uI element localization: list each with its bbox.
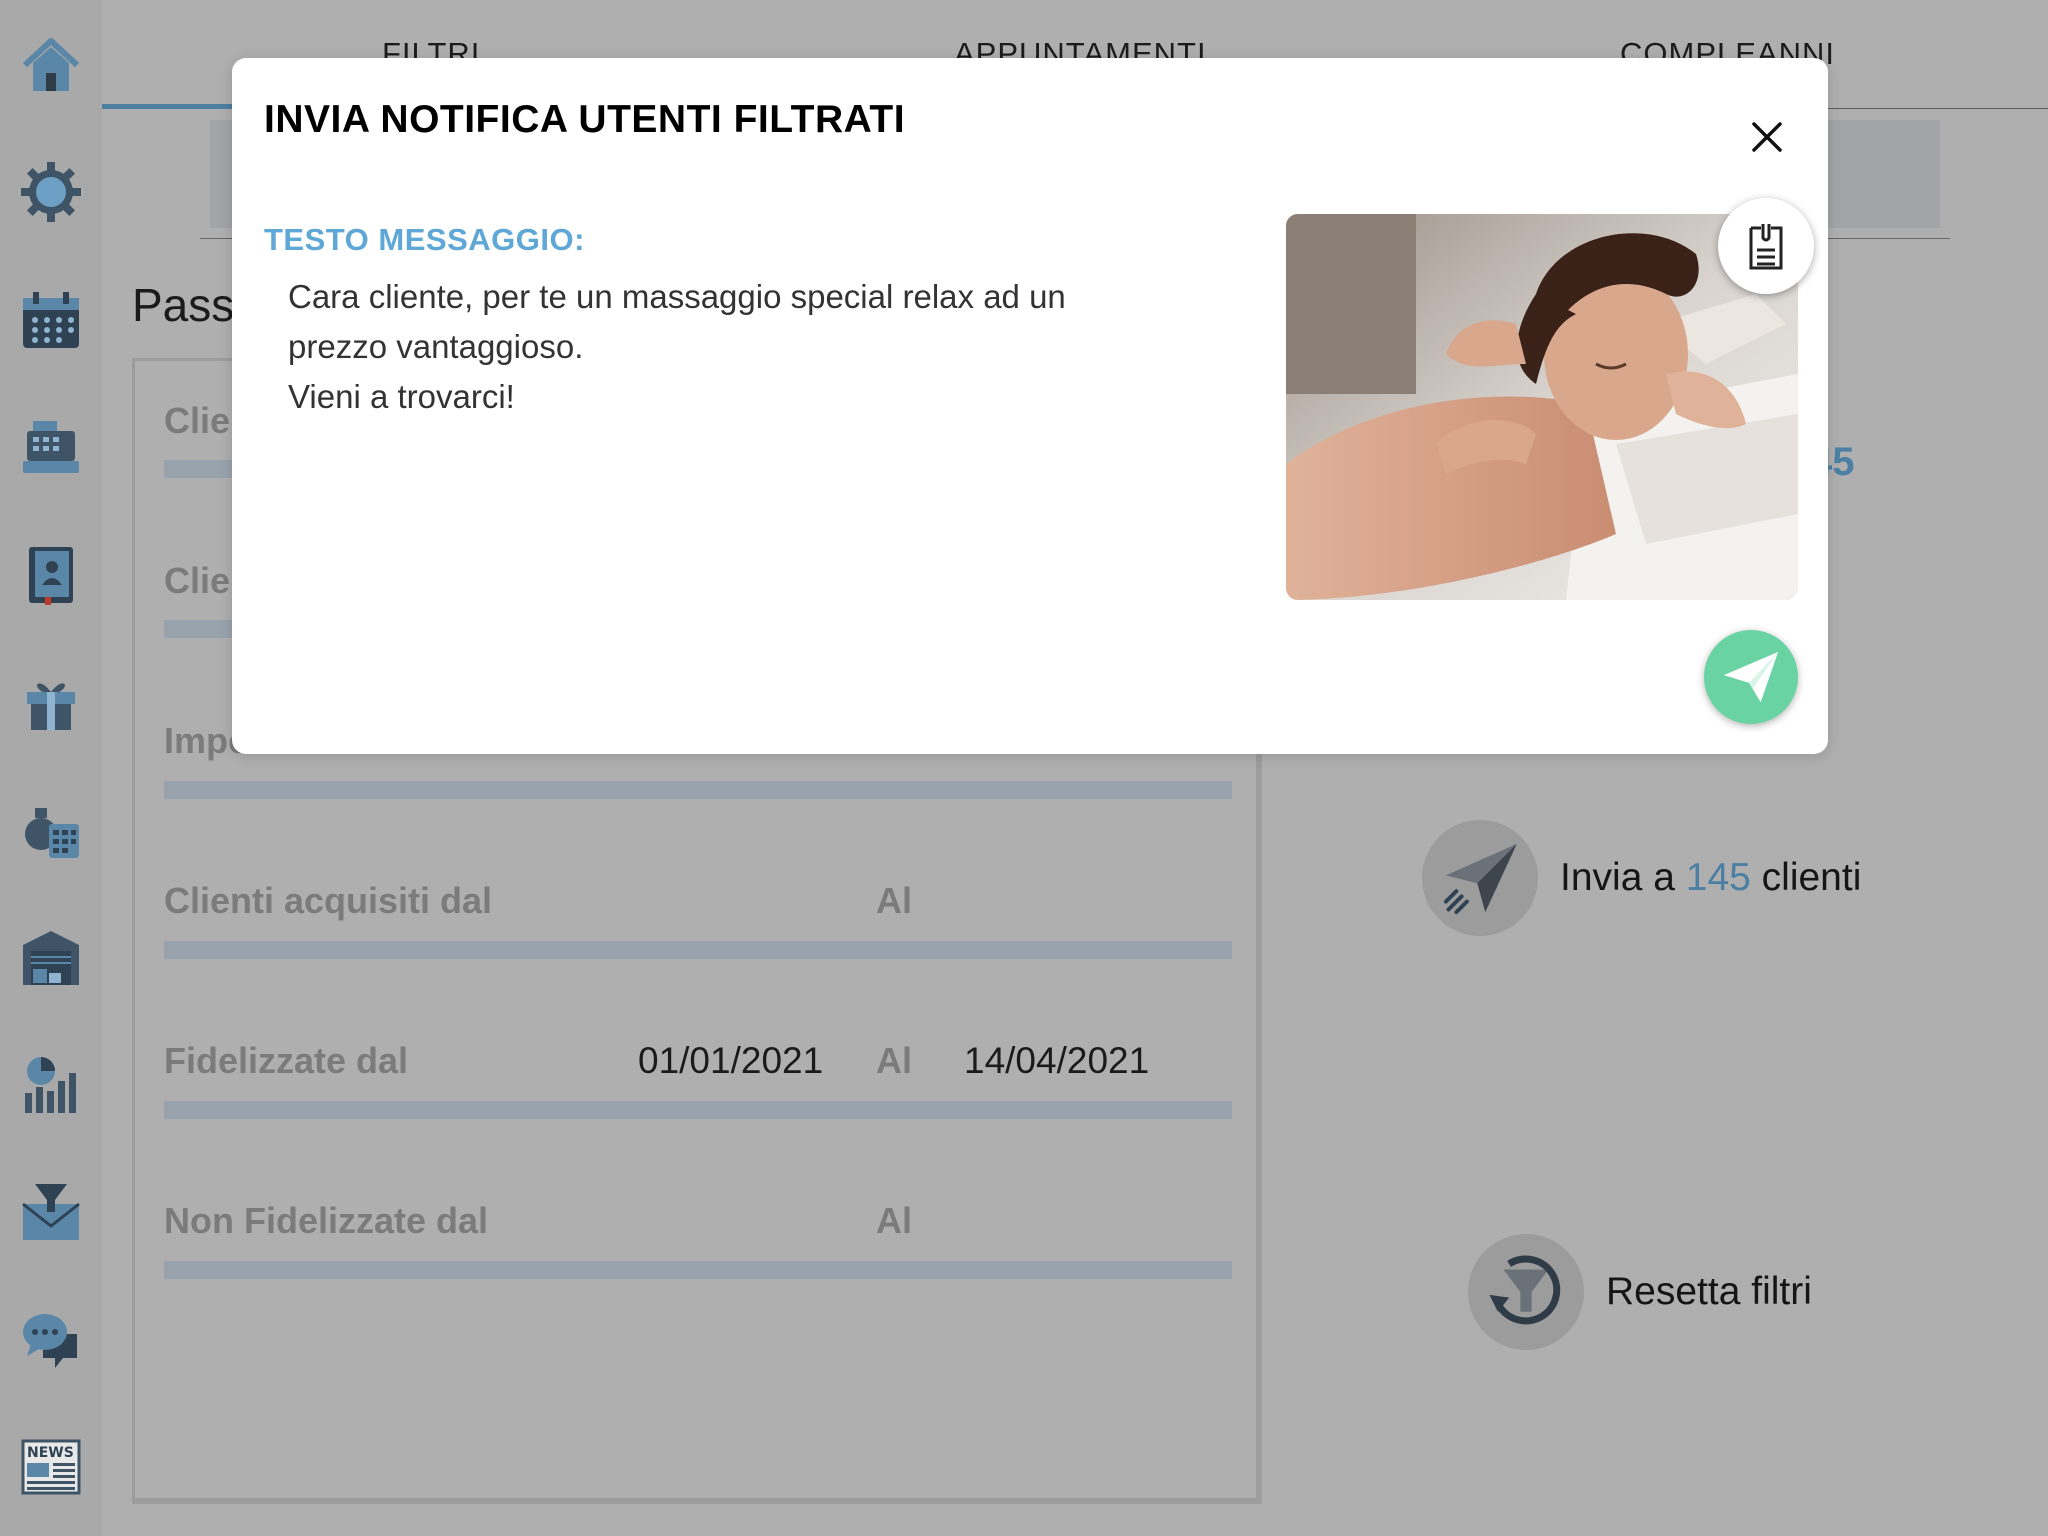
filter-row-acquisiti: Clienti acquisiti dal Al <box>164 880 1232 940</box>
statistics-icon <box>25 1057 76 1113</box>
send-count: 145 <box>1685 856 1751 899</box>
send-to-clients-button[interactable]: Invia a 145 clienti <box>1422 820 1861 936</box>
modal-title: INVIA NOTIFICA UTENTI FILTRATI <box>264 98 906 141</box>
money-calculator-icon <box>25 808 79 858</box>
page-heading: Pass <box>132 279 235 331</box>
gear-icon <box>21 162 81 222</box>
filter-label: Clie <box>164 400 231 441</box>
date-to-field[interactable]: 14/04/2021 <box>964 1040 1149 1082</box>
sidebar-item-statistics[interactable] <box>16 1050 86 1120</box>
sidebar-item-home[interactable] <box>16 30 86 100</box>
filter-al-label: Al <box>876 880 912 921</box>
filter-row-fidelizzate: Fidelizzate dal 01/01/2021 Al 14/04/2021 <box>164 1040 1232 1100</box>
send-notification-button[interactable] <box>1704 630 1798 724</box>
calendar-icon <box>23 292 79 348</box>
paper-plane-icon <box>1723 651 1779 703</box>
filter-al-label: Al <box>876 1040 912 1081</box>
sidebar-item-money[interactable] <box>16 795 86 865</box>
sidebar-item-gift[interactable] <box>16 667 86 737</box>
send-to-clients-label: Invia a 145 clienti <box>1560 856 1861 900</box>
send-prefix: Invia a <box>1560 856 1686 899</box>
send-suffix: clienti <box>1750 856 1862 899</box>
filter-slider-3[interactable] <box>164 781 1232 799</box>
message-text[interactable]: Cara cliente, per te un massaggio specia… <box>288 272 1148 422</box>
active-tab-indicator <box>102 104 232 109</box>
filter-slider-acquisiti[interactable] <box>164 941 1232 959</box>
sidebar: NEWS <box>0 0 102 1536</box>
sidebar-item-chat[interactable] <box>16 1305 86 1375</box>
svg-text:NEWS: NEWS <box>27 1445 74 1461</box>
filter-al-label: Al <box>876 1200 912 1241</box>
filter-row-non-fidelizzate: Non Fidelizzate dal Al <box>164 1200 1232 1260</box>
filter-label: Fidelizzate dal <box>164 1040 409 1081</box>
filter-slider-non-fidelizzate[interactable] <box>164 1261 1232 1279</box>
close-icon <box>1752 122 1782 152</box>
sidebar-item-mail-filter[interactable] <box>16 1177 86 1247</box>
paper-plane-icon <box>1422 820 1538 936</box>
date-from-field[interactable]: 01/01/2021 <box>638 1040 823 1082</box>
filter-label: Clienti acquisiti dal <box>164 880 493 921</box>
massage-photo-image <box>1286 214 1798 600</box>
gift-icon <box>27 683 75 730</box>
reset-filters-button[interactable]: Resetta filtri <box>1468 1234 1812 1350</box>
filter-label: Clie <box>164 560 231 601</box>
attach-button[interactable] <box>1718 198 1814 294</box>
send-notification-modal: INVIA NOTIFICA UTENTI FILTRATI TESTO MES… <box>232 58 1828 754</box>
mail-filter-icon <box>22 1184 80 1240</box>
filter-slider-fidelizzate[interactable] <box>164 1101 1232 1119</box>
home-icon <box>22 38 80 91</box>
sidebar-item-calendar[interactable] <box>16 285 86 355</box>
chat-icon <box>23 1314 77 1368</box>
reset-filters-label: Resetta filtri <box>1606 1270 1812 1313</box>
clipboard-icon <box>1749 224 1783 270</box>
warehouse-icon <box>23 931 79 985</box>
sidebar-item-warehouse[interactable] <box>16 922 86 992</box>
attached-image <box>1286 214 1798 600</box>
message-label: TESTO MESSAGGIO: <box>264 222 585 257</box>
cash-register-icon <box>23 421 79 473</box>
reset-filter-icon <box>1468 1234 1584 1350</box>
client-book-icon <box>29 547 73 605</box>
close-button[interactable] <box>1742 112 1792 162</box>
sidebar-item-client-book[interactable] <box>16 540 86 610</box>
sidebar-item-cash-register[interactable] <box>16 412 86 482</box>
sidebar-item-news[interactable]: NEWS <box>16 1432 86 1502</box>
news-icon: NEWS <box>21 1439 81 1495</box>
filter-label: Non Fidelizzate dal <box>164 1200 489 1241</box>
sidebar-item-settings[interactable] <box>16 157 86 227</box>
